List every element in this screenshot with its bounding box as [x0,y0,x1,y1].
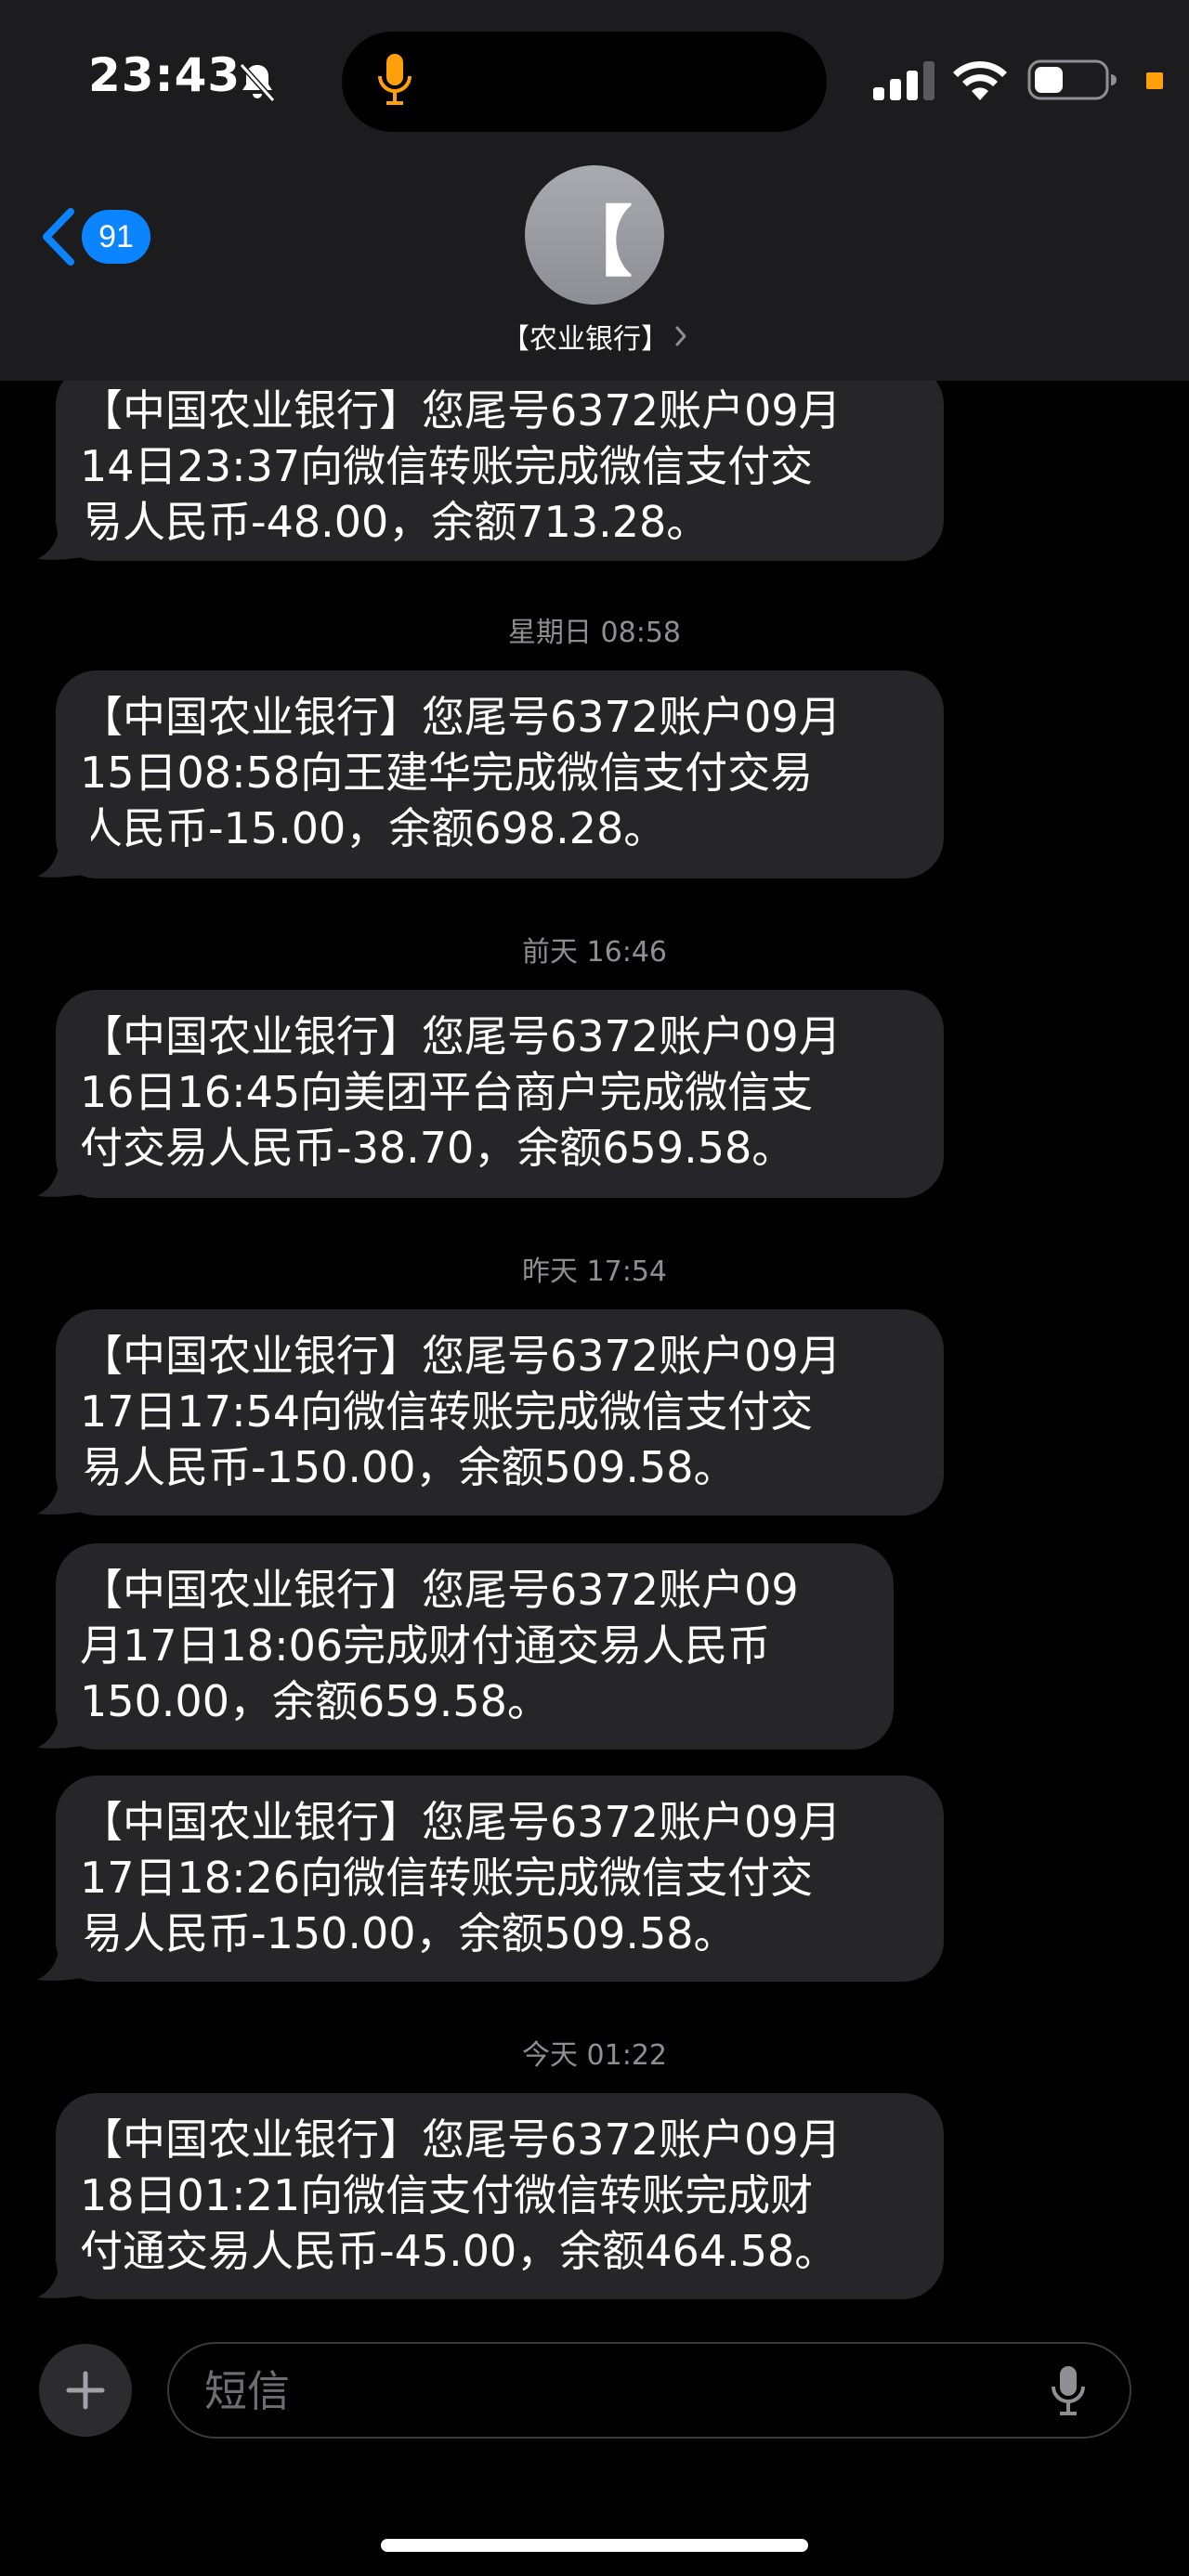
contact-name: 【农业银行】 [502,323,669,356]
message-bubble[interactable]: 【中国农业银行】您尾号6372账户09月 17日17:54向微信转账完成微信支付… [56,1309,944,1516]
message-line: 人民币-15.00，余额698.28。 [80,803,667,853]
message-line: 150.00，余额659.58。 [80,1676,550,1726]
timestamp: 昨天 17:54 [522,1255,667,1288]
timestamp: 今天 01:22 [522,2039,667,2072]
message-line: 【中国农业银行】您尾号6372账户09月 [80,2114,842,2165]
message-line: 【中国农业银行】您尾号6372账户09月 [80,692,842,742]
microphone-icon [378,54,412,105]
message-bubble[interactable]: 【中国农业银行】您尾号6372账户09月 16日16:45向美团平台商户完成微信… [56,990,944,1198]
message-line: 易人民币-48.00，余额713.28。 [80,497,710,547]
message-bubble[interactable]: 【中国农业银行】您尾号6372账户09 月17日18:06完成财付通交易人民币 … [56,1543,894,1750]
bell-slash-icon [239,62,276,103]
conversation-header: 23:43 91 【 【农业银行】 [0,0,1189,381]
message-line: 易人民币-150.00，余额509.58。 [80,1442,737,1492]
wifi-icon [953,60,1007,100]
chevron-left-icon [43,208,74,266]
message-line: 【中国农业银行】您尾号6372账户09月 [80,1331,842,1381]
privacy-indicator-dot [1146,72,1163,89]
back-button[interactable]: 91 [39,204,150,269]
chevron-right-icon [675,326,686,346]
message-line: 【中国农业银行】您尾号6372账户09月 [80,1011,842,1061]
signal-icon [873,61,934,100]
bubble-tail [37,518,91,560]
message-bubble[interactable]: 【中国农业银行】您尾号6372账户09月 14日23:37向微信转账完成微信支付… [56,364,944,561]
message-line: 17日18:26向微信转账完成微信支付交 [80,1853,814,1903]
battery-icon [1027,59,1117,100]
message-line: 【中国农业银行】您尾号6372账户09月 [80,385,842,436]
bubble-tail [37,1707,91,1749]
message-line: 付通交易人民币-45.00，余额464.58。 [80,2226,838,2276]
message-bubble[interactable]: 【中国农业银行】您尾号6372账户09月 15日08:58向王建华完成微信支付交… [56,670,944,878]
status-time: 23:43 [88,48,242,102]
message-line: 17日17:54向微信转账完成微信支付交 [80,1386,814,1437]
timestamp: 星期日 08:58 [508,617,681,649]
bubble-tail [37,2257,91,2298]
message-line: 15日08:58向王建华完成微信支付交易 [80,748,814,798]
message-line: 【中国农业银行】您尾号6372账户09月 [80,1797,842,1847]
timestamp: 前天 16:46 [522,936,667,969]
bubble-tail [37,1939,91,1981]
dictation-mic-icon[interactable] [1050,2364,1087,2418]
message-line: 月17日18:06完成财付通交易人民币 [80,1620,771,1671]
message-line: 14日23:37向微信转账完成微信支付交 [80,441,814,491]
message-line: 18日01:21向微信支付微信转账完成财 [80,2170,814,2220]
bubble-tail [37,1155,91,1197]
bubble-tail [37,1473,91,1515]
message-line: 易人民币-150.00，余额509.58。 [80,1908,737,1958]
message-line: 16日16:45向美团平台商户完成微信支 [80,1067,814,1117]
add-attachment-button[interactable] [39,2344,132,2437]
message-bubble[interactable]: 【中国农业银行】您尾号6372账户09月 17日18:26向微信转账完成微信支付… [56,1776,944,1982]
plus-icon [66,2371,105,2410]
contact-name-button[interactable]: 【农业银行】 [0,316,1189,357]
message-input[interactable] [203,2344,1024,2439]
message-line: 付交易人民币-38.70，余额659.58。 [80,1123,795,1173]
home-indicator[interactable] [381,2539,808,2552]
unread-count-badge: 91 [82,210,150,264]
contact-avatar[interactable]: 【 [525,165,664,305]
message-bubble[interactable]: 【中国农业银行】您尾号6372账户09月 18日01:21向微信支付微信转账完成… [56,2093,944,2299]
bubble-tail [37,836,91,878]
message-input-container [167,2342,1131,2439]
message-line: 【中国农业银行】您尾号6372账户09 [80,1565,799,1615]
